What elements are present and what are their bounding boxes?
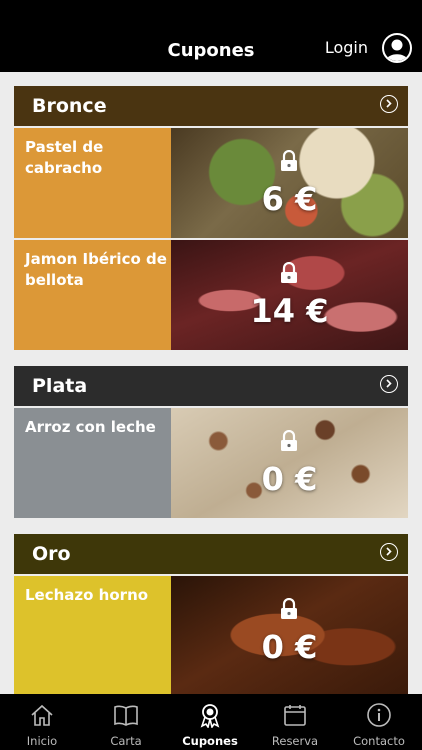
login-button[interactable]: Login xyxy=(325,38,368,57)
coupon-list[interactable]: Bronce Pastel de cabracho 6 € Jamon Ibér… xyxy=(0,72,422,694)
tab-bar: Inicio Carta Cupones Reserva Contacto xyxy=(0,694,422,750)
tab-label: Contacto xyxy=(353,734,405,748)
coupon-price: 14 € xyxy=(250,292,329,330)
coupon-label-panel: Jamon Ibérico de bellota xyxy=(14,240,171,350)
lock-icon xyxy=(281,262,297,283)
section-bronce: Bronce Pastel de cabracho 6 € Jamon Ibér… xyxy=(14,86,408,350)
tab-contacto[interactable]: Contacto xyxy=(337,694,421,750)
coupon-price: 6 € xyxy=(261,180,318,218)
section-title: Oro xyxy=(32,543,71,565)
section-header[interactable]: Oro xyxy=(14,534,408,574)
lock-icon xyxy=(281,150,297,171)
coupon-card[interactable]: Lechazo horno 0 € xyxy=(14,576,408,694)
coupon-title: Jamon Ibérico de bellota xyxy=(25,250,167,289)
coupon-image: 0 € xyxy=(171,408,408,518)
chevron-right-icon[interactable] xyxy=(380,95,398,113)
chevron-right-icon[interactable] xyxy=(380,375,398,393)
coupon-label-panel: Lechazo horno xyxy=(14,576,171,694)
tab-inicio[interactable]: Inicio xyxy=(0,694,84,750)
section-plata: Plata Arroz con leche 0 € xyxy=(14,366,408,518)
tab-label: Cupones xyxy=(182,734,238,748)
coupon-title: Lechazo horno xyxy=(25,586,149,604)
coupon-card[interactable]: Pastel de cabracho 6 € xyxy=(14,128,408,238)
coupon-image: 0 € xyxy=(171,576,408,694)
tab-carta[interactable]: Carta xyxy=(84,694,168,750)
coupon-card[interactable]: Jamon Ibérico de bellota 14 € xyxy=(14,240,408,350)
coupon-label-panel: Pastel de cabracho xyxy=(14,128,171,238)
calendar-icon xyxy=(284,705,306,726)
section-title: Plata xyxy=(32,375,88,397)
coupon-price: 0 € xyxy=(261,460,318,498)
coupon-card[interactable]: Arroz con leche 0 € xyxy=(14,408,408,518)
section-oro: Oro Lechazo horno 0 € xyxy=(14,534,408,694)
coupon-price: 0 € xyxy=(261,628,318,666)
user-avatar-icon[interactable] xyxy=(382,33,412,63)
tab-label: Reserva xyxy=(271,734,319,748)
chevron-right-icon[interactable] xyxy=(380,543,398,561)
nav-bar: Cupones Login xyxy=(0,0,422,72)
tab-label: Carta xyxy=(110,734,142,748)
tab-reserva[interactable]: Reserva xyxy=(253,694,337,750)
lock-icon xyxy=(281,598,297,619)
book-icon xyxy=(114,705,138,726)
coupon-image: 14 € xyxy=(171,240,408,350)
tab-cupones[interactable]: Cupones xyxy=(168,694,252,750)
award-icon xyxy=(200,704,220,728)
section-header[interactable]: Plata xyxy=(14,366,408,406)
coupon-label-panel: Arroz con leche xyxy=(14,408,171,518)
coupon-image: 6 € xyxy=(171,128,408,238)
home-icon xyxy=(31,704,53,726)
tab-label: Inicio xyxy=(26,734,58,748)
coupon-title: Pastel de cabracho xyxy=(25,138,104,177)
section-title: Bronce xyxy=(32,95,107,117)
info-icon xyxy=(367,703,391,727)
section-header[interactable]: Bronce xyxy=(14,86,408,126)
lock-icon xyxy=(281,430,297,451)
coupon-title: Arroz con leche xyxy=(25,418,156,436)
